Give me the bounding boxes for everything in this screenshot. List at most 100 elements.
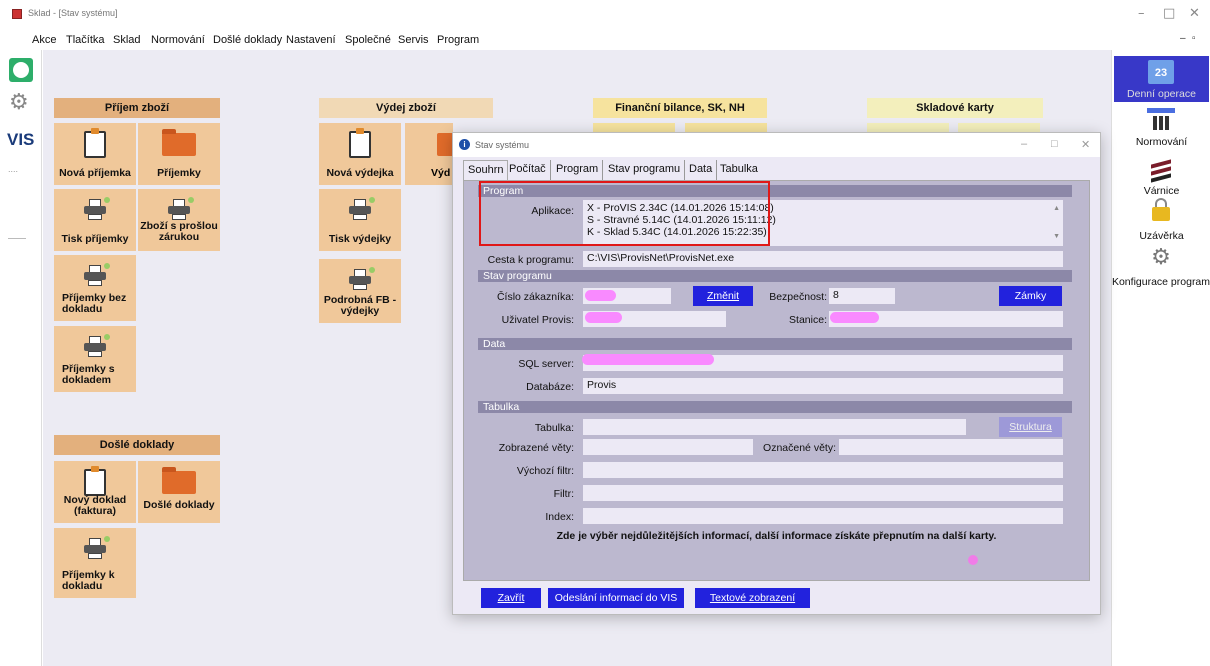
maximize-icon[interactable]: □: [1163, 6, 1175, 21]
menu-nastaveni[interactable]: Nastavení: [286, 34, 336, 46]
lock-icon[interactable]: [1147, 198, 1175, 222]
dialog-titlebar: i Stav systému – □ ✕: [453, 133, 1100, 157]
menu-normovani[interactable]: Normování: [151, 34, 205, 46]
tab-stav-programu[interactable]: Stav programu: [604, 160, 686, 180]
redaction-mark: [585, 290, 616, 301]
tile-prijemky[interactable]: Příjemky: [138, 123, 220, 185]
rightbar-konfigurace[interactable]: Konfigurace program: [1110, 276, 1210, 288]
printer-icon: [84, 334, 110, 358]
document-icon: [349, 128, 371, 158]
mdi-minimize-icon[interactable]: –: [1180, 33, 1186, 44]
rightbar-denni-operace[interactable]: 23 Denní operace: [1114, 56, 1209, 102]
label-sql-server: SQL server:: [518, 358, 574, 370]
tile-novy-doklad[interactable]: Nový doklad (faktura): [54, 461, 136, 523]
tile-label: Příjemky s dokladem: [62, 363, 115, 386]
section-data: Data: [478, 338, 1072, 350]
textove-zobrazeni-button[interactable]: Textové zobrazení: [695, 588, 810, 608]
printer-icon: [84, 536, 110, 560]
zavrit-button[interactable]: Zavřít: [481, 588, 541, 608]
scroll-down-icon[interactable]: ▼: [1053, 231, 1060, 243]
rightbar-normovani[interactable]: Normování: [1112, 136, 1210, 148]
app-icon: [12, 9, 22, 19]
menu-servis[interactable]: Servis: [398, 34, 429, 46]
vychozi-filtr-value[interactable]: [583, 462, 1063, 478]
dialog-maximize-icon[interactable]: □: [1051, 138, 1058, 150]
tile-label: Výd: [431, 167, 451, 179]
vis-logo[interactable]: VIS: [7, 130, 34, 150]
tile-dosle-doklady[interactable]: Došlé doklady: [138, 461, 220, 523]
tile-label: Došlé doklady: [143, 499, 215, 511]
section-tabulka: Tabulka: [478, 401, 1072, 413]
tile-tisk-vydejky[interactable]: Tisk výdejky: [319, 189, 401, 251]
rightbar-uzaverka[interactable]: Uzávěrka: [1112, 230, 1210, 242]
label-index: Index:: [545, 511, 574, 523]
redaction-mark: [585, 312, 622, 323]
green-status-icon[interactable]: [9, 58, 33, 82]
printer-icon: [349, 197, 375, 221]
settings-gear-icon[interactable]: ⚙: [9, 92, 29, 114]
tile-label: Příjemky k dokladu: [62, 569, 115, 592]
redaction-dot: [968, 555, 978, 565]
printer-icon: [84, 197, 110, 221]
tile-podrobna-fb[interactable]: Podrobná FB - výdejky: [319, 259, 401, 323]
window-title: Sklad - [Stav systému]: [28, 8, 118, 18]
tile-zbozi-proslou[interactable]: Zboží s prošlou zárukou: [138, 189, 220, 251]
filtr-value[interactable]: [583, 485, 1063, 501]
zobrazene-vety-value[interactable]: [583, 439, 753, 455]
folder-icon: [162, 467, 196, 494]
window-titlebar: Sklad - [Stav systému] – □ ✕: [0, 0, 1210, 32]
tab-pocitac[interactable]: Počítač: [505, 160, 551, 180]
databaze-value[interactable]: Provis: [583, 378, 1063, 394]
struktura-button[interactable]: Struktura: [999, 417, 1062, 437]
printer-icon: [168, 197, 194, 221]
label-tabulka: Tabulka:: [534, 422, 574, 434]
tile-prijemky-s[interactable]: Příjemky s dokladem: [54, 326, 136, 392]
rightbar-varnice[interactable]: Várnice: [1112, 185, 1210, 197]
config-gear-icon[interactable]: ⚙: [1147, 246, 1175, 270]
left-divider: [8, 238, 26, 239]
menu-spolecne[interactable]: Společné: [345, 34, 391, 46]
group-dosle-header: Došlé doklady: [54, 435, 220, 455]
redaction-mark: [582, 354, 714, 365]
grid-icon[interactable]: [1147, 108, 1175, 132]
varnice-icon[interactable]: [1147, 158, 1175, 183]
menu-akce[interactable]: Akce: [32, 34, 56, 46]
tile-prijemky-bez[interactable]: Příjemky bez dokladu: [54, 255, 136, 321]
label-filtr: Filtr:: [553, 488, 574, 500]
label-zobrazene-vety: Zobrazené věty:: [498, 442, 574, 454]
tile-tisk-prijemky[interactable]: Tisk příjemky: [54, 189, 136, 251]
label-stanice: Stanice:: [789, 314, 827, 326]
zamky-button[interactable]: Zámky: [999, 286, 1062, 306]
tile-prijemky-k[interactable]: Příjemky k dokladu: [54, 528, 136, 598]
bezpecnost-value[interactable]: 8: [829, 288, 895, 304]
tile-nova-prijemka[interactable]: Nová příjemka: [54, 123, 136, 185]
odeslani-button[interactable]: Odeslání informací do VIS: [548, 588, 684, 608]
dialog-minimize-icon[interactable]: –: [1021, 138, 1027, 150]
close-icon[interactable]: ✕: [1189, 6, 1200, 21]
tile-nova-vydejka[interactable]: Nová výdejka: [319, 123, 401, 185]
tab-souhrn[interactable]: Souhrn: [463, 160, 509, 180]
tile-label: Nová výdejka: [326, 167, 394, 179]
oznacene-vety-value[interactable]: [839, 439, 1063, 455]
zmenit-button[interactable]: Změnit: [693, 286, 753, 306]
tabulka-value[interactable]: [583, 419, 966, 435]
minimize-icon[interactable]: –: [1138, 6, 1145, 21]
group-skladove-header: Skladové karty: [867, 98, 1043, 118]
menu-sklad[interactable]: Sklad: [113, 34, 141, 46]
scroll-up-icon[interactable]: ▲: [1053, 203, 1060, 215]
left-toolbar: ⚙ VIS ....: [0, 50, 42, 666]
group-vydej-header: Výdej zboží: [319, 98, 493, 118]
tab-data[interactable]: Data: [685, 160, 718, 180]
menu-dosle-doklady[interactable]: Došlé doklady: [213, 34, 282, 46]
tab-program[interactable]: Program: [552, 160, 604, 180]
mdi-restore-icon[interactable]: ▫: [1192, 33, 1196, 44]
menu-program[interactable]: Program: [437, 34, 479, 46]
tile-label: Podrobná FB - výdejky: [323, 294, 397, 317]
tile-vydejky-partial[interactable]: Výd: [405, 123, 453, 185]
index-value[interactable]: [583, 508, 1063, 524]
dialog-close-icon[interactable]: ✕: [1081, 138, 1090, 151]
tab-tabulka[interactable]: Tabulka: [716, 160, 762, 180]
menu-tlacitka[interactable]: Tlačítka: [66, 34, 105, 46]
cesta-value[interactable]: C:\VIS\ProvisNet\ProvisNet.exe: [583, 251, 1063, 267]
label-oznacene-vety: Označené věty:: [763, 442, 836, 454]
